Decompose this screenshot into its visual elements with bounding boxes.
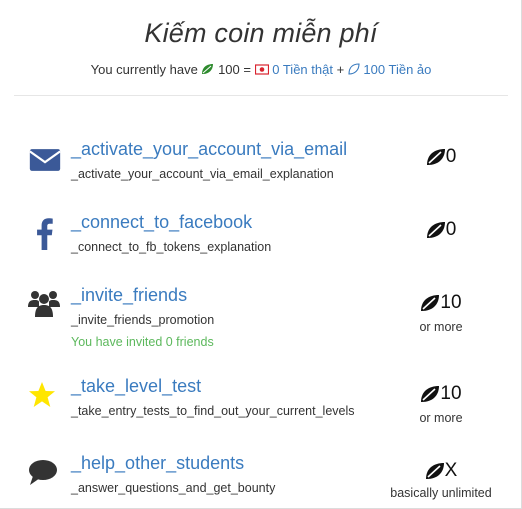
balance-amount: 100 =: [218, 62, 251, 77]
task-description: _activate_your_account_via_email_explana…: [71, 167, 334, 181]
page-title: Kiếm coin miễn phí: [144, 18, 378, 48]
virtual-money-icon: [348, 63, 360, 75]
leaf-coin-icon: [202, 64, 214, 74]
balance-line: You currently have 100 = 0 Tiền thật + 1…: [0, 62, 522, 77]
task-title-link[interactable]: _invite_friends: [71, 285, 187, 306]
leaf-coin-icon: [425, 463, 444, 479]
task-reward: 0: [386, 146, 496, 168]
comment-icon: [29, 460, 57, 485]
leaf-coin-icon: [421, 386, 440, 402]
task-reward: 10 or more: [386, 292, 496, 334]
task-description: _connect_to_fb_tokens_explanation: [71, 240, 272, 254]
reward-amount: 10: [440, 292, 462, 313]
task-reward: 10 or more: [386, 383, 496, 425]
envelope-icon: [29, 149, 61, 171]
task-title-link[interactable]: _activate_your_account_via_email: [71, 139, 347, 160]
header-divider: [14, 95, 508, 96]
task-reward: 0: [386, 219, 496, 241]
reward-amount: X: [444, 460, 458, 481]
real-money-link[interactable]: 0 Tiền thật: [272, 62, 333, 77]
task-reward: X basically unlimited: [376, 460, 506, 500]
leaf-coin-icon: [426, 149, 445, 165]
task-title-link[interactable]: _take_level_test: [71, 376, 201, 397]
task-description: _answer_questions_and_get_bounty: [71, 481, 276, 495]
users-icon: [28, 291, 60, 317]
star-icon: [29, 382, 55, 407]
plus-sign: +: [336, 62, 345, 77]
balance-prefix: You currently have: [90, 62, 198, 77]
task-title-link[interactable]: _connect_to_facebook: [71, 212, 252, 233]
earn-coins-panel: Kiếm coin miễn phí You currently have 10…: [0, 0, 522, 509]
reward-note: basically unlimited: [390, 486, 492, 500]
virtual-money-link[interactable]: 100 Tiền ảo: [363, 62, 431, 77]
facebook-icon: [37, 218, 53, 250]
task-description: _take_entry_tests_to_find_out_your_curre…: [71, 404, 355, 418]
real-money-icon: [254, 64, 269, 75]
task-description: _invite_friends_promotion: [71, 313, 215, 327]
leaf-coin-icon: [426, 222, 445, 238]
reward-note: or more: [419, 411, 463, 425]
task-title-link[interactable]: _help_other_students: [71, 453, 244, 474]
reward-amount: 0: [445, 219, 457, 240]
reward-amount: 10: [440, 383, 462, 404]
leaf-coin-icon: [421, 295, 440, 311]
invite-status: You have invited 0 friends: [71, 335, 214, 349]
reward-amount: 0: [445, 146, 457, 167]
reward-note: or more: [419, 320, 463, 334]
